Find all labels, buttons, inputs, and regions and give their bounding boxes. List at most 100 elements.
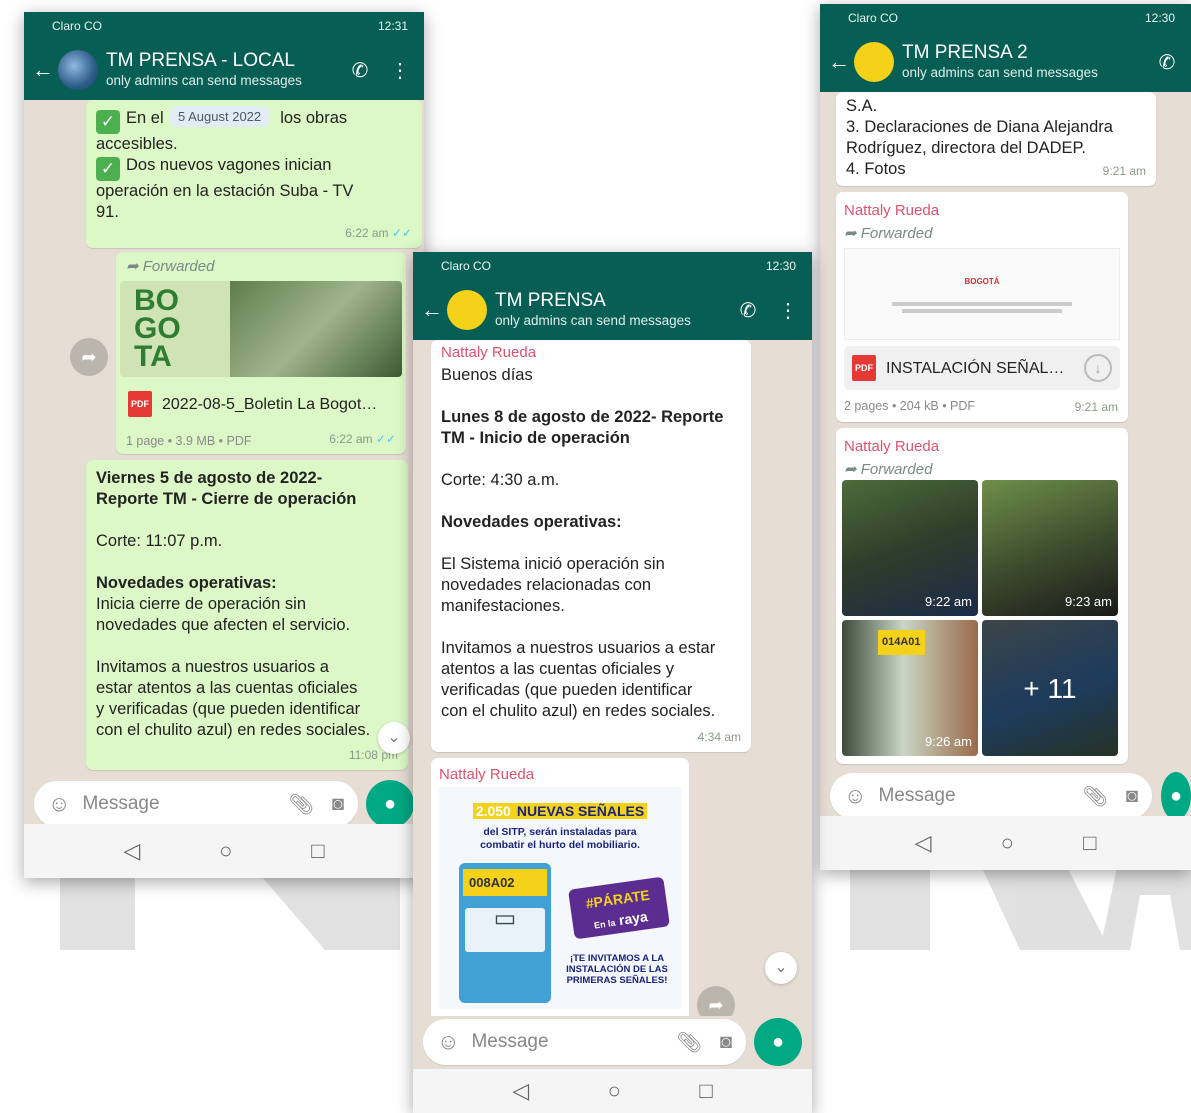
document-message[interactable]: Nattaly Rueda ➦ Forwarded BOGOTÁ PDF INS…: [836, 192, 1128, 422]
message-text: atentos a las cuentas oficiales y: [441, 660, 674, 678]
status-time: 12:30: [765, 259, 796, 273]
chat-title: TM PRENSA - LOCAL: [106, 50, 295, 71]
photo-thumbnail[interactable]: 014A01 9:26 am: [842, 620, 978, 756]
emoji-icon[interactable]: ☺: [48, 791, 70, 817]
mic-icon: ●: [1169, 784, 1183, 807]
pdf-icon: PDF: [852, 355, 876, 381]
photo-time: 9:22 am: [925, 594, 972, 609]
poster-subtitle: del SITP, serán instaladas para: [483, 826, 637, 838]
camera-icon[interactable]: ◙: [332, 793, 344, 816]
camera-icon[interactable]: ◙: [720, 1031, 732, 1054]
checkmark-icon: ✓: [96, 157, 120, 181]
scroll-down-icon[interactable]: ⌄: [765, 952, 797, 984]
forward-icon[interactable]: ➦: [697, 986, 735, 1016]
chat-area[interactable]: Nattaly Rueda Buenos días Lunes 8 de ago…: [413, 340, 812, 1016]
document-message[interactable]: ➦ Forwarded BO GO TA PDF 2022-08-5_Boletin…: [116, 252, 406, 454]
more-options-icon[interactable]: ⋮: [386, 58, 414, 83]
nav-home-icon[interactable]: ○: [1001, 830, 1014, 856]
photo-thumbnail[interactable]: 9:23 am: [982, 480, 1118, 616]
sender-name: Nattaly Rueda: [441, 344, 537, 361]
group-avatar[interactable]: [447, 290, 487, 330]
chat-subtitle: only admins can send messages: [495, 313, 691, 328]
document-row[interactable]: PDF 2022-08-5_Boletin La Bogot…: [120, 383, 402, 425]
message-text: operación en la estación Suba - TV: [96, 182, 354, 200]
message-text: novedades relacionadas con: [441, 576, 652, 594]
back-arrow-icon[interactable]: ←: [419, 297, 445, 323]
android-nav-bar: ◁ ○ □: [413, 1069, 812, 1113]
add-call-icon[interactable]: ✆: [346, 58, 374, 83]
preview-photo: [230, 281, 402, 377]
message-text: Rodríguez, directora del DADEP.: [846, 139, 1086, 157]
message-text: Dos nuevos vagones inician: [126, 156, 332, 174]
status-bar: Claro CO 12:30: [413, 252, 812, 280]
nav-home-icon[interactable]: ○: [608, 1078, 621, 1104]
back-arrow-icon[interactable]: ←: [30, 57, 56, 83]
chat-title-block[interactable]: TM PRENSA only admins can send messages: [495, 290, 722, 330]
emoji-icon[interactable]: ☺: [844, 783, 866, 809]
chat-area[interactable]: ✓ En el los obras accesibles. ✓ Dos nuevos…: [24, 100, 424, 790]
report-title: Lunes 8 de agosto de 2022- Reporte: [441, 408, 724, 426]
nav-back-icon[interactable]: ◁: [512, 1078, 529, 1104]
scroll-down-icon[interactable]: ⌄: [378, 722, 410, 754]
mic-button[interactable]: ●: [754, 1018, 802, 1066]
message-input[interactable]: ☺ Message 📎︎ ◙: [830, 773, 1152, 819]
add-call-icon[interactable]: ✆: [734, 298, 762, 323]
poster-image[interactable]: 2.050 NUEVAS SEÑALES del SITP, serán inst…: [439, 787, 681, 1009]
attach-icon[interactable]: 📎︎: [677, 1030, 702, 1055]
nav-recents-icon[interactable]: □: [311, 838, 324, 864]
attach-icon[interactable]: 📎︎: [1083, 784, 1108, 809]
nav-recents-icon[interactable]: □: [1083, 830, 1096, 856]
image-message[interactable]: Nattaly Rueda 2.050 NUEVAS SEÑALES del SI…: [431, 758, 689, 1016]
report-title: Reporte TM - Cierre de operación: [96, 490, 357, 508]
group-avatar[interactable]: [854, 42, 894, 82]
forward-icon[interactable]: ➦: [70, 338, 108, 376]
document-preview: BOGOTÁ: [844, 248, 1120, 340]
phone-tm-prensa: Claro CO 12:30 ← TM PRENSA only admins c…: [413, 252, 812, 1113]
report-title: Viernes 5 de agosto de 2022-: [96, 469, 323, 487]
report-title: TM - Inicio de operación: [441, 429, 630, 447]
message-text: accesibles.: [96, 135, 178, 153]
message-text: Buenos días: [441, 366, 533, 384]
message-time: 9:21 am: [1074, 400, 1118, 414]
more-photos-count: + 11: [982, 620, 1118, 756]
camera-icon[interactable]: ◙: [1126, 785, 1138, 808]
message-placeholder: Message: [82, 793, 160, 814]
message-input[interactable]: ☺ Message 📎︎ ◙: [34, 781, 358, 827]
photo-thumbnail[interactable]: + 11: [982, 620, 1118, 756]
mic-button[interactable]: ●: [366, 780, 414, 828]
nav-home-icon[interactable]: ○: [219, 838, 232, 864]
photo-thumbnail[interactable]: 9:22 am: [842, 480, 978, 616]
document-row[interactable]: PDF INSTALACIÓN SEÑAL… ↓: [844, 346, 1120, 390]
pdf-icon: PDF: [128, 391, 152, 417]
photos-message[interactable]: Nattaly Rueda ➦ Forwarded 9:22 am 9:23 a…: [836, 428, 1128, 764]
mic-icon: ●: [383, 792, 397, 815]
chat-area[interactable]: S.A. 3. Declaraciones de Diana Alejandra…: [820, 92, 1191, 776]
stop-code: 014A01: [878, 630, 925, 655]
message-text: Inicia cierre de operación sin: [96, 595, 307, 613]
message-text: Invitamos a nuestros usuarios a: [96, 658, 329, 676]
phone-tm-prensa-2: Claro CO 12:30 ← TM PRENSA 2 only admins…: [820, 4, 1191, 870]
stop-code: 008A02: [463, 869, 547, 896]
nav-back-icon[interactable]: ◁: [915, 830, 932, 856]
message-input[interactable]: ☺ Message 📎︎ ◙: [423, 1019, 746, 1065]
group-avatar[interactable]: [58, 50, 98, 90]
bus-icon: ▭: [465, 907, 545, 952]
chat-title-block[interactable]: TM PRENSA 2 only admins can send message…: [902, 42, 1141, 82]
emoji-icon[interactable]: ☺: [437, 1029, 459, 1055]
attach-icon[interactable]: 📎︎: [289, 792, 314, 817]
more-options-icon[interactable]: ⋮: [774, 298, 802, 323]
download-icon[interactable]: ↓: [1084, 354, 1112, 382]
parate-badge: #PÁRATE En la raya: [567, 876, 671, 940]
android-nav-bar: ◁ ○ □: [24, 824, 424, 878]
bus-stop-sign: 008A02 ▭: [459, 863, 551, 1003]
forwarded-icon: ➦: [844, 225, 857, 242]
add-call-icon[interactable]: ✆: [1153, 50, 1181, 75]
nav-recents-icon[interactable]: □: [699, 1078, 712, 1104]
chat-title-block[interactable]: TM PRENSA - LOCAL only admins can send m…: [106, 50, 334, 90]
mic-button[interactable]: ●: [1161, 772, 1191, 820]
message-placeholder: Message: [471, 1031, 549, 1052]
carrier-label: Claro CO: [52, 19, 103, 33]
bogota-logo: BO GO TA: [120, 281, 230, 377]
back-arrow-icon[interactable]: ←: [826, 49, 852, 75]
nav-back-icon[interactable]: ◁: [123, 838, 140, 864]
